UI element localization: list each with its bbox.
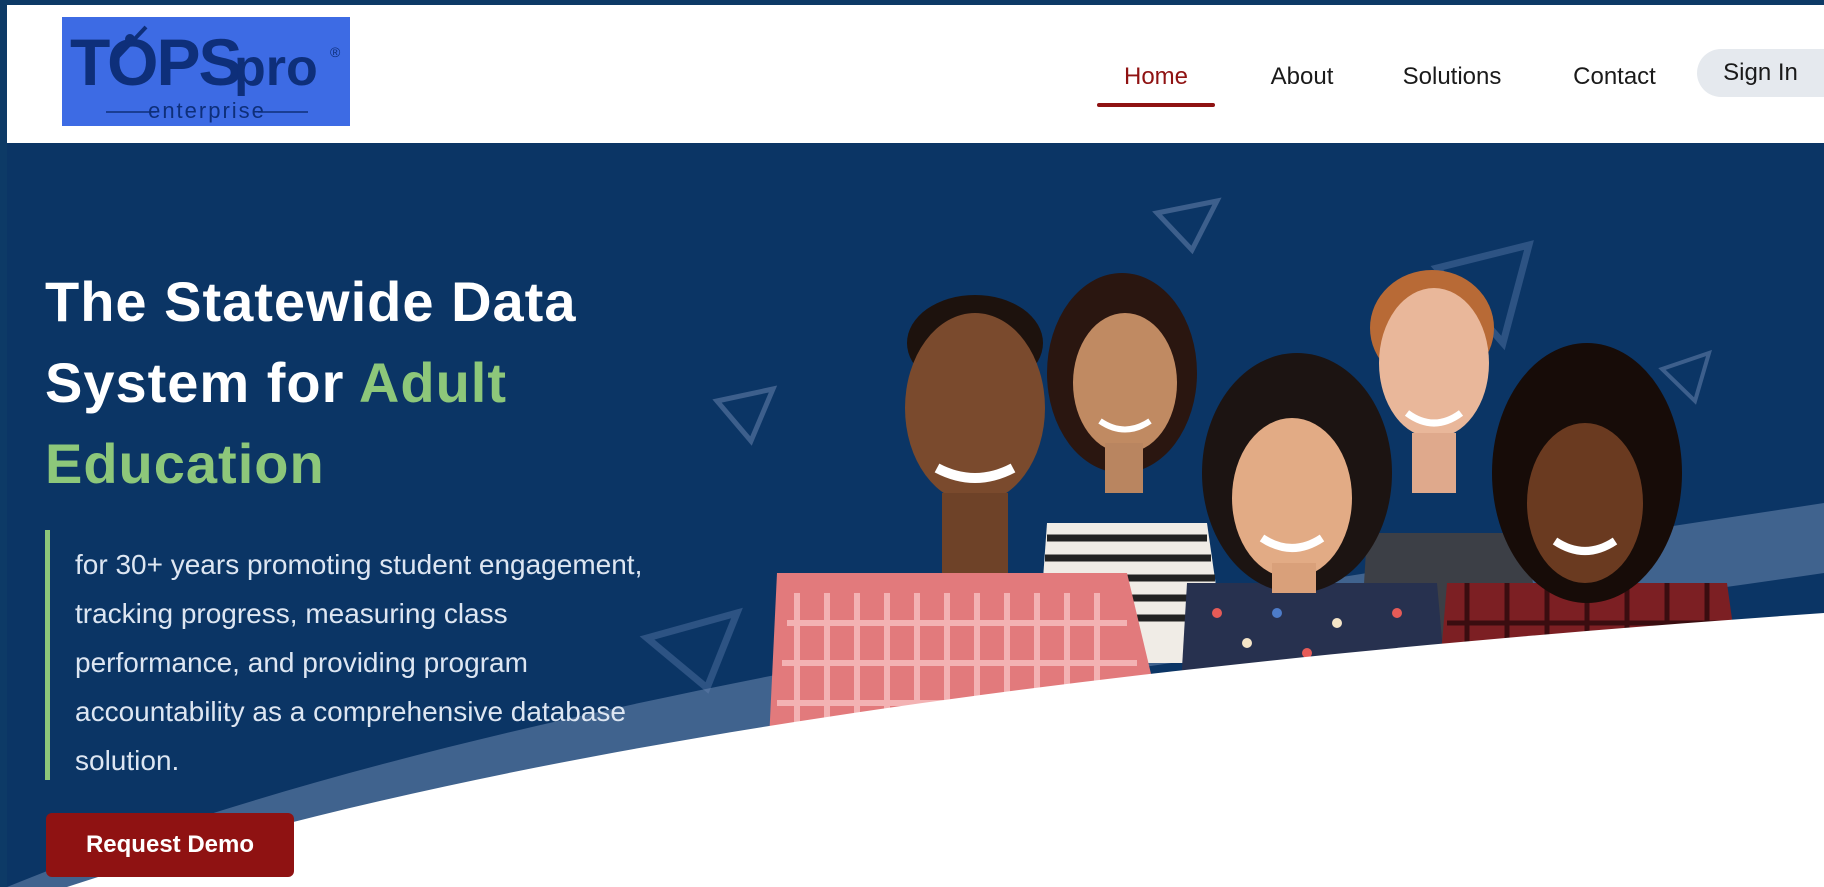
- site-header: TOPS pro ® enterprise Home About Solutio…: [7, 5, 1824, 143]
- logo-graphic: TOPS pro ® enterprise: [70, 25, 341, 123]
- sign-in-button[interactable]: Sign In: [1697, 49, 1824, 97]
- hero-section: The Statewide Data System for Adult Educ…: [7, 143, 1824, 887]
- svg-text:TOPS: TOPS: [70, 25, 241, 99]
- nav-active-indicator: [1097, 103, 1215, 107]
- nav-contact-link[interactable]: Contact: [1557, 53, 1672, 101]
- topspro-logo[interactable]: TOPS pro ® enterprise: [62, 17, 350, 126]
- svg-text:enterprise: enterprise: [148, 98, 266, 123]
- request-demo-button[interactable]: Request Demo: [46, 813, 294, 877]
- hero-tagline: for 30+ years promoting student engageme…: [75, 549, 643, 776]
- nav-home-link[interactable]: Home: [1097, 53, 1215, 101]
- hero-headline: The Statewide Data System for Adult Educ…: [45, 261, 665, 504]
- svg-text:pro: pro: [234, 39, 318, 97]
- nav-about-link[interactable]: About: [1257, 53, 1347, 101]
- svg-text:®: ®: [330, 44, 341, 60]
- nav-solutions-link[interactable]: Solutions: [1387, 53, 1517, 101]
- page-frame: TOPS pro ® enterprise Home About Solutio…: [7, 5, 1824, 887]
- hero-tagline-block: for 30+ years promoting student engageme…: [45, 530, 650, 780]
